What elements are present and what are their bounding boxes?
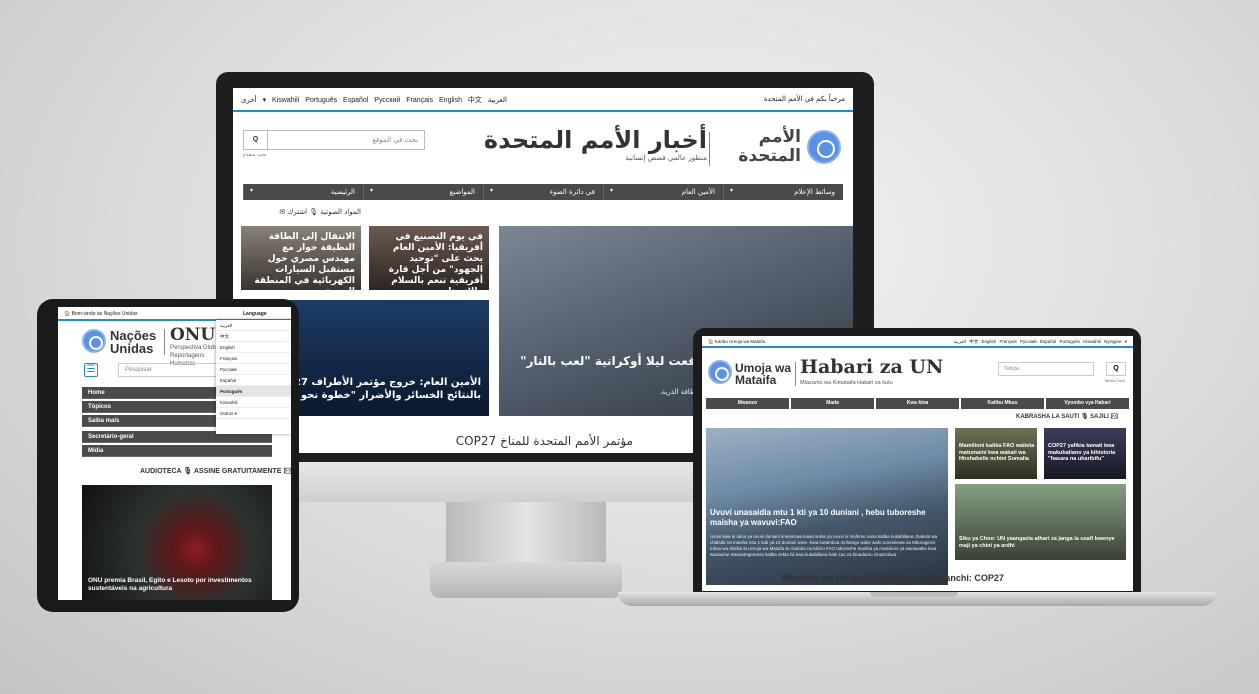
laptop-story-card-title: COP27 yafikia tamati kwa makubaliano ya … [1048,443,1116,462]
desktop-audio-subscribe[interactable]: المواد الصوتية 🎙 اشترك ✉ [279,208,361,216]
language-option[interactable]: Español [216,375,291,386]
desktop-welcome[interactable]: مرحباً بكم في الأمم المتحدة [764,95,845,103]
language-option[interactable]: English [216,342,291,353]
desktop-logo-divider [709,132,710,166]
laptop-hero-caption: Uvuvi unasaidia mtu 1 kti ya 10 duniani … [710,508,926,527]
nav-item-katibu-mkuu[interactable]: Katibu Mkuu [961,398,1044,409]
tablet-screen: 🏠 Bem-vindo às Nações Unidas Language Na… [58,307,291,600]
monitor-stand-base [430,562,622,598]
desktop-section-heading: مؤتمر الأمم المتحدة للمناخ COP27 [455,434,633,448]
desktop-site-title: أخبار الأمم المتحدة [483,126,707,154]
nav-item-spotlight[interactable]: في دائرة الضوء [483,184,603,200]
desktop-advanced-search[interactable]: بحث متقدم [243,152,267,158]
laptop-main-nav: Mwanzo Mada Kwa kina Katibu Mkuu Vyombo … [706,398,1129,409]
desktop-main-nav: الرئيسية المواضيع في دائرة الضوء الأمين … [243,184,843,200]
nav-item-home[interactable]: الرئيسية [243,184,363,200]
laptop-logo-divider [795,362,796,386]
tablet-audio-subscribe[interactable]: AUDIOTECA 🎙 ASSINE GRATUITAMENTE ✉ [140,467,291,475]
tablet-nav-media[interactable]: Mídia [82,445,272,457]
desktop-story-card[interactable]: الانتقال إلى الطاقة النظيفة حوار مع مهند… [241,226,361,297]
laptop-welcome[interactable]: 🏠 Karibu Umoja wa Mataifa [708,339,765,345]
laptop-hero-story[interactable]: Uvuvi unasaidia mtu 1 kti ya 10 duniani … [706,428,948,585]
nav-item-mwanzo[interactable]: Mwanzo [706,398,789,409]
desktop-story-card[interactable]: في يوم التصنيع في أفريقيا: الأمين العام … [369,226,489,297]
laptop-story-card[interactable]: Mamilioni katika FAO walieta matumaini k… [955,428,1037,479]
language-option[interactable]: 中文 [216,331,291,342]
tablet-top-bar: 🏠 Bem-vindo às Nações Unidas Language [58,307,291,321]
un-emblem-icon [82,329,106,353]
desktop-site-subtitle: منظور عالمي قصص إنسانية [625,154,707,162]
language-option-selected[interactable]: Português [216,386,291,397]
laptop-story-card-title: Siku ya Choo: UN yaangazia athari za jan… [959,536,1115,549]
desktop-un-logo-text: الأمم المتحدة [738,127,801,166]
search-icon[interactable]: Q [1106,362,1126,376]
desktop-search-input[interactable]: Q بحث في الموقع [243,130,425,150]
laptop-site-subtitle: Mtazamo wa Kimataifa Habari za kutu [800,380,893,386]
nav-item-media[interactable]: وسائط الإعلام [723,184,843,200]
language-option[interactable]: Kiswahili [216,397,291,408]
laptop-story-card[interactable]: COP27 yafikia tamati kwa makubaliano ya … [1044,428,1126,479]
monitor-stand-neck [446,502,606,564]
laptop-search-input[interactable]: Tafuta [998,362,1094,376]
laptop-audio-subscribe[interactable]: KABRASHA LA SAUTI 🎙 SAJILI ✉ [1016,413,1118,420]
nav-item-secretary-general[interactable]: الأمين العام [603,184,723,200]
language-option[interactable]: العربية [216,320,291,331]
laptop-site-title: Habari za UN [800,356,944,378]
laptop-un-logo[interactable]: Umoja wa Mataifa [708,360,792,388]
search-icon[interactable]: Q [244,131,268,149]
nav-item-mada[interactable]: Mada [791,398,874,409]
desktop-top-bar: مرحباً بكم في الأمم المتحدة أخرى ▾ Kiswa… [233,88,853,112]
laptop-screen: 🏠 Karibu Umoja wa Mataifa العربية 中文 Eng… [702,336,1133,591]
tablet-language-button[interactable]: Language [243,311,267,317]
desktop-language-list[interactable]: أخرى ▾ Kiswahili Português Español Русск… [241,95,507,105]
hamburger-menu-icon[interactable]: ☰ [84,363,98,377]
tablet-language-dropdown: العربية 中文 English Français Русский Espa… [216,320,291,434]
laptop-story-card-title: Mamilioni katika FAO walieta matumaini k… [959,443,1035,462]
tablet-search-input[interactable]: Pesquisar [118,363,218,377]
laptop-notch [870,592,958,597]
un-emblem-icon [807,130,841,164]
nav-item-topics[interactable]: المواضيع [363,184,483,200]
un-emblem-icon [708,360,732,384]
nav-item-vyombo[interactable]: Vyombo vya Habari [1046,398,1129,409]
tablet-hero-story[interactable]: ONU premia Brasil, Egito e Lesoto por in… [82,485,272,600]
desktop-un-logo[interactable]: الأمم المتحدة [723,128,841,168]
laptop-language-list[interactable]: العربية 中文 English Français Русский Espa… [954,339,1127,345]
language-option[interactable]: Русский [216,364,291,375]
tablet-hero-caption: ONU premia Brasil, Egito e Lesoto por in… [88,577,252,592]
laptop-section-heading: Mkutano wa UN wa Mabadiliko ya Tabianchi… [782,573,1004,583]
tablet-welcome[interactable]: 🏠 Bem-vindo às Nações Unidas [64,311,137,317]
language-option[interactable]: Français [216,353,291,364]
laptop-logo-text: Umoja wa Mataifa [735,361,792,387]
desktop-search-placeholder: بحث في الموقع [372,136,418,144]
language-option-more[interactable]: Outros ▾ [216,408,291,419]
tablet-logo-divider [164,329,165,355]
laptop-hero-body: Uvuvi kwa ni ukuu ya uvuvi duniani imesi… [710,534,938,557]
nav-item-kwa-kina[interactable]: Kwa kina [876,398,959,409]
tablet-un-logo[interactable]: Nações Unidas [82,329,162,355]
laptop-story-card[interactable]: Siku ya Choo: UN yaangazia athari za jan… [955,484,1126,560]
laptop-top-bar: 🏠 Karibu Umoja wa Mataifa العربية 中文 Eng… [702,336,1133,348]
laptop-advanced-search[interactable]: Tafuta Zaidi [1104,378,1125,383]
tablet-logo-text: Nações Unidas [110,328,157,356]
